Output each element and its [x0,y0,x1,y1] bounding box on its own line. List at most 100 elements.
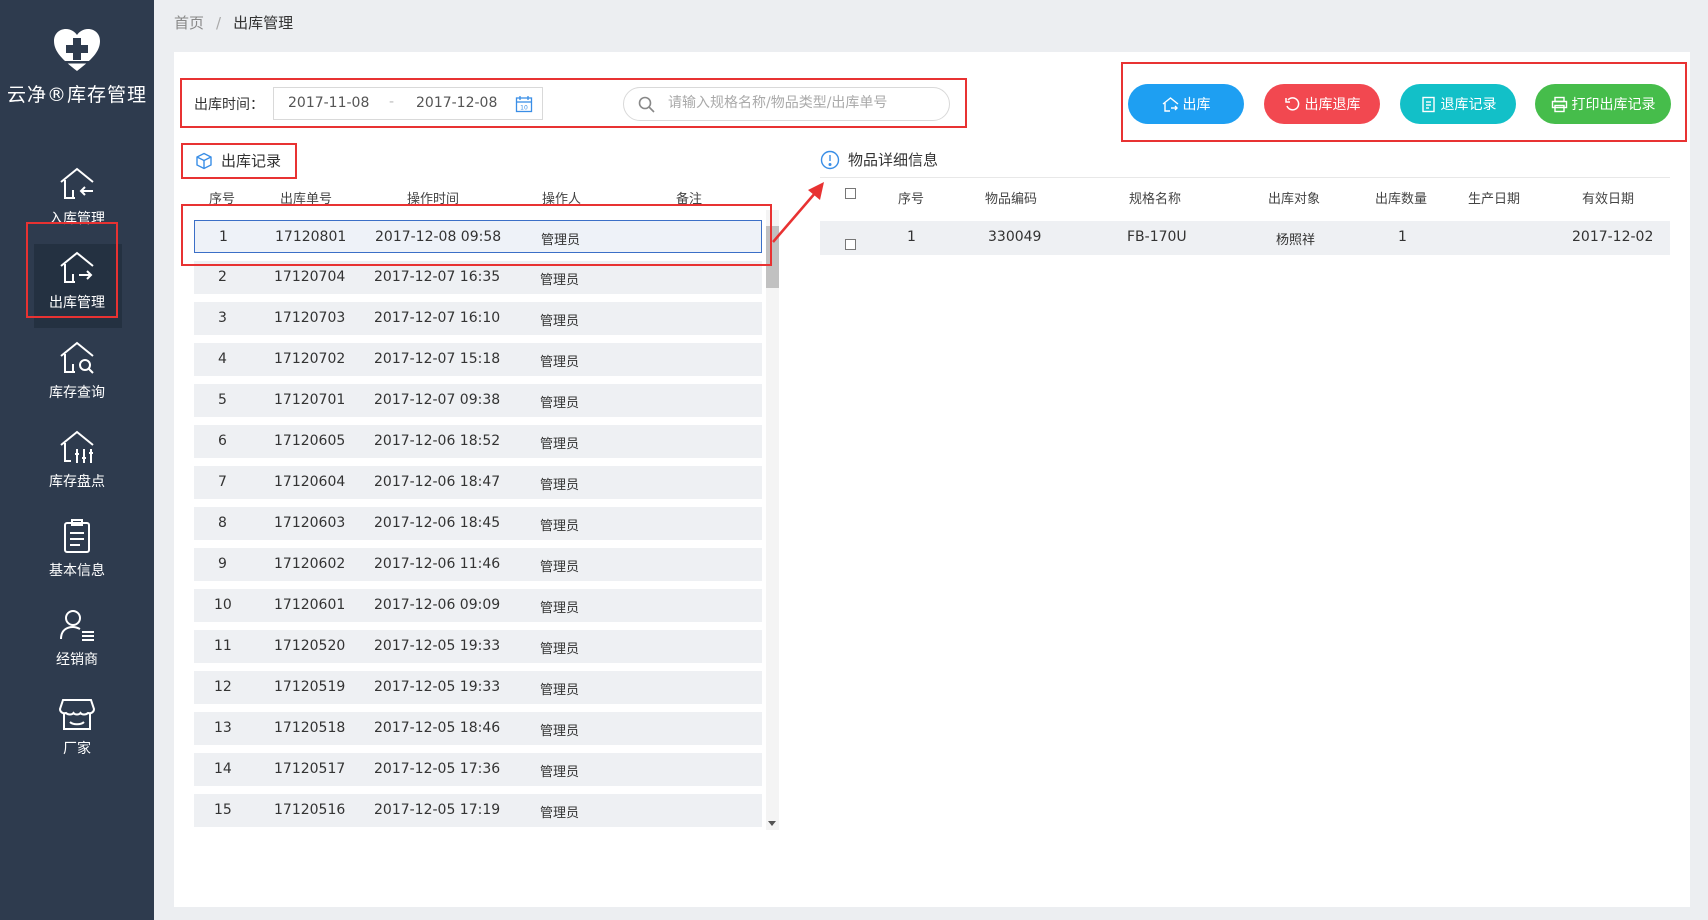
table-row[interactable]: 4 17120702 2017-12-07 15:18 管理员 [194,343,762,376]
row-index: 4 [218,351,227,367]
sidebar-item-basic-info[interactable]: 基本信息 [0,502,154,590]
row-order-no: 17120604 [274,474,346,490]
sidebar: 云净®库存管理 入库管理 出库管理 库存查询 库存盘点 基本信息 经销商 厂家 [0,0,154,920]
undo-icon [1284,96,1299,111]
search-box[interactable] [623,87,950,121]
sidebar-item-stock-out[interactable]: 出库管理 [0,236,154,328]
breadcrumb-current: 出库管理 [233,14,294,32]
sidebar-item-label: 基本信息 [49,563,105,579]
row-time: 2017-12-06 11:46 [374,556,501,572]
row-operator: 管理员 [540,437,580,452]
house-out-icon [1162,96,1178,112]
row-time: 2017-12-06 18:47 [374,474,501,490]
row-time: 2017-12-08 09:58 [375,229,502,245]
row-time: 2017-12-05 19:33 [374,638,501,654]
row-spec-name: FB-170U [1127,229,1187,245]
col-header: 有效日期 [1582,192,1635,207]
return-record-button[interactable]: 退库记录 [1400,84,1516,124]
table-row[interactable]: 7 17120604 2017-12-06 18:47 管理员 [194,466,762,499]
row-time: 2017-12-05 17:19 [374,802,501,818]
row-operator: 管理员 [540,273,580,288]
house-search-icon [60,341,94,374]
row-order-no: 17120703 [274,310,346,326]
store-icon [58,699,96,730]
sidebar-item-stock-in[interactable]: 入库管理 [0,150,154,238]
table-row[interactable]: 3 17120703 2017-12-07 16:10 管理员 [194,302,762,335]
row-order-no: 17120603 [274,515,346,531]
col-header: 出库单号 [280,192,333,207]
row-operator: 管理员 [540,601,580,616]
table-row[interactable]: 12 17120519 2017-12-05 19:33 管理员 [194,671,762,704]
end-date[interactable]: 2017-12-08 [416,95,497,111]
box-icon [196,152,212,169]
row-operator: 管理员 [541,233,581,248]
search-input[interactable] [666,94,940,112]
breadcrumb-home[interactable]: 首页 [174,14,204,32]
table-row[interactable]: 1 17120801 2017-12-08 09:58 管理员 [194,220,762,253]
row-index: 2 [218,269,227,285]
row-index: 9 [218,556,227,572]
heart-cross-logo-icon [54,29,100,71]
row-order-no: 17120605 [274,433,346,449]
sidebar-item-dealers[interactable]: 经销商 [0,591,154,679]
col-header: 规格名称 [1129,192,1182,207]
row-time: 2017-12-05 17:36 [374,761,501,777]
breadcrumb: 首页 / 出库管理 [174,12,293,33]
row-index: 7 [218,474,227,490]
col-header: 物品编码 [985,192,1038,207]
col-header: 生产日期 [1468,192,1521,207]
row-operator: 管理员 [540,355,580,370]
table-row[interactable]: 1 330049 FB-170U 杨照祥 1 2017-12-02 [820,221,1670,255]
document-icon [1421,96,1435,112]
row-time: 2017-12-06 09:09 [374,597,501,613]
table-row[interactable]: 2 17120704 2017-12-07 16:35 管理员 [194,261,762,294]
row-time: 2017-12-06 18:45 [374,515,501,531]
row-time: 2017-12-07 09:38 [374,392,501,408]
row-order-no: 17120516 [274,802,346,818]
sidebar-item-label: 库存查询 [49,385,105,401]
search-icon [638,96,655,113]
printer-icon [1551,96,1567,112]
clipboard-icon [64,519,90,553]
sidebar-item-stock-query[interactable]: 库存查询 [0,324,154,412]
table-row[interactable]: 14 17120517 2017-12-05 17:36 管理员 [194,753,762,786]
table-row[interactable]: 10 17120601 2017-12-06 09:09 管理员 [194,589,762,622]
col-header: 操作人 [542,192,582,207]
row-operator: 管理员 [540,642,580,657]
row-order-no: 17120701 [274,392,346,408]
row-quantity: 1 [1398,229,1407,245]
details-section-title: 物品详细信息 [820,149,938,170]
svg-text:10: 10 [520,105,528,112]
table-row[interactable]: 5 17120701 2017-12-07 09:38 管理员 [194,384,762,417]
records-scrollbar[interactable] [766,210,779,830]
date-filter-label: 出库时间： [194,97,264,113]
calendar-icon[interactable]: 10 [515,95,533,113]
sidebar-item-label: 库存盘点 [49,474,105,490]
table-row[interactable]: 11 17120520 2017-12-05 19:33 管理员 [194,630,762,663]
row-order-no: 17120519 [274,679,346,695]
date-range-picker[interactable]: 2017-11-08 - 2017-12-08 10 [273,87,543,120]
table-row[interactable]: 8 17120603 2017-12-06 18:45 管理员 [194,507,762,540]
row-index: 14 [214,761,232,777]
sidebar-item-manufacturers[interactable]: 厂家 [0,680,154,768]
stock-out-button[interactable]: 出库 [1128,84,1244,124]
table-row[interactable]: 9 17120602 2017-12-06 11:46 管理员 [194,548,762,581]
stock-out-return-label: 出库退库 [1304,97,1361,113]
row-index: 10 [214,597,232,613]
table-row[interactable]: 13 17120518 2017-12-05 18:46 管理员 [194,712,762,745]
col-header: 备注 [676,192,703,207]
sidebar-item-stocktaking[interactable]: 库存盘点 [0,413,154,501]
scroll-down-arrow-icon[interactable] [768,821,776,826]
row-operator: 管理员 [540,314,580,329]
row-index: 1 [907,229,916,245]
app-name: 云净®库存管理 [6,84,147,106]
row-order-no: 17120704 [274,269,346,285]
table-row[interactable]: 6 17120605 2017-12-06 18:52 管理员 [194,425,762,458]
sidebar-item-label: 出库管理 [49,295,105,311]
table-row[interactable]: 15 17120516 2017-12-05 17:19 管理员 [194,794,762,827]
start-date[interactable]: 2017-11-08 [288,95,369,111]
row-operator: 管理员 [540,396,580,411]
print-record-button[interactable]: 打印出库记录 [1535,84,1671,124]
stock-out-return-button[interactable]: 出库退库 [1264,84,1380,124]
row-operator: 管理员 [540,806,580,821]
